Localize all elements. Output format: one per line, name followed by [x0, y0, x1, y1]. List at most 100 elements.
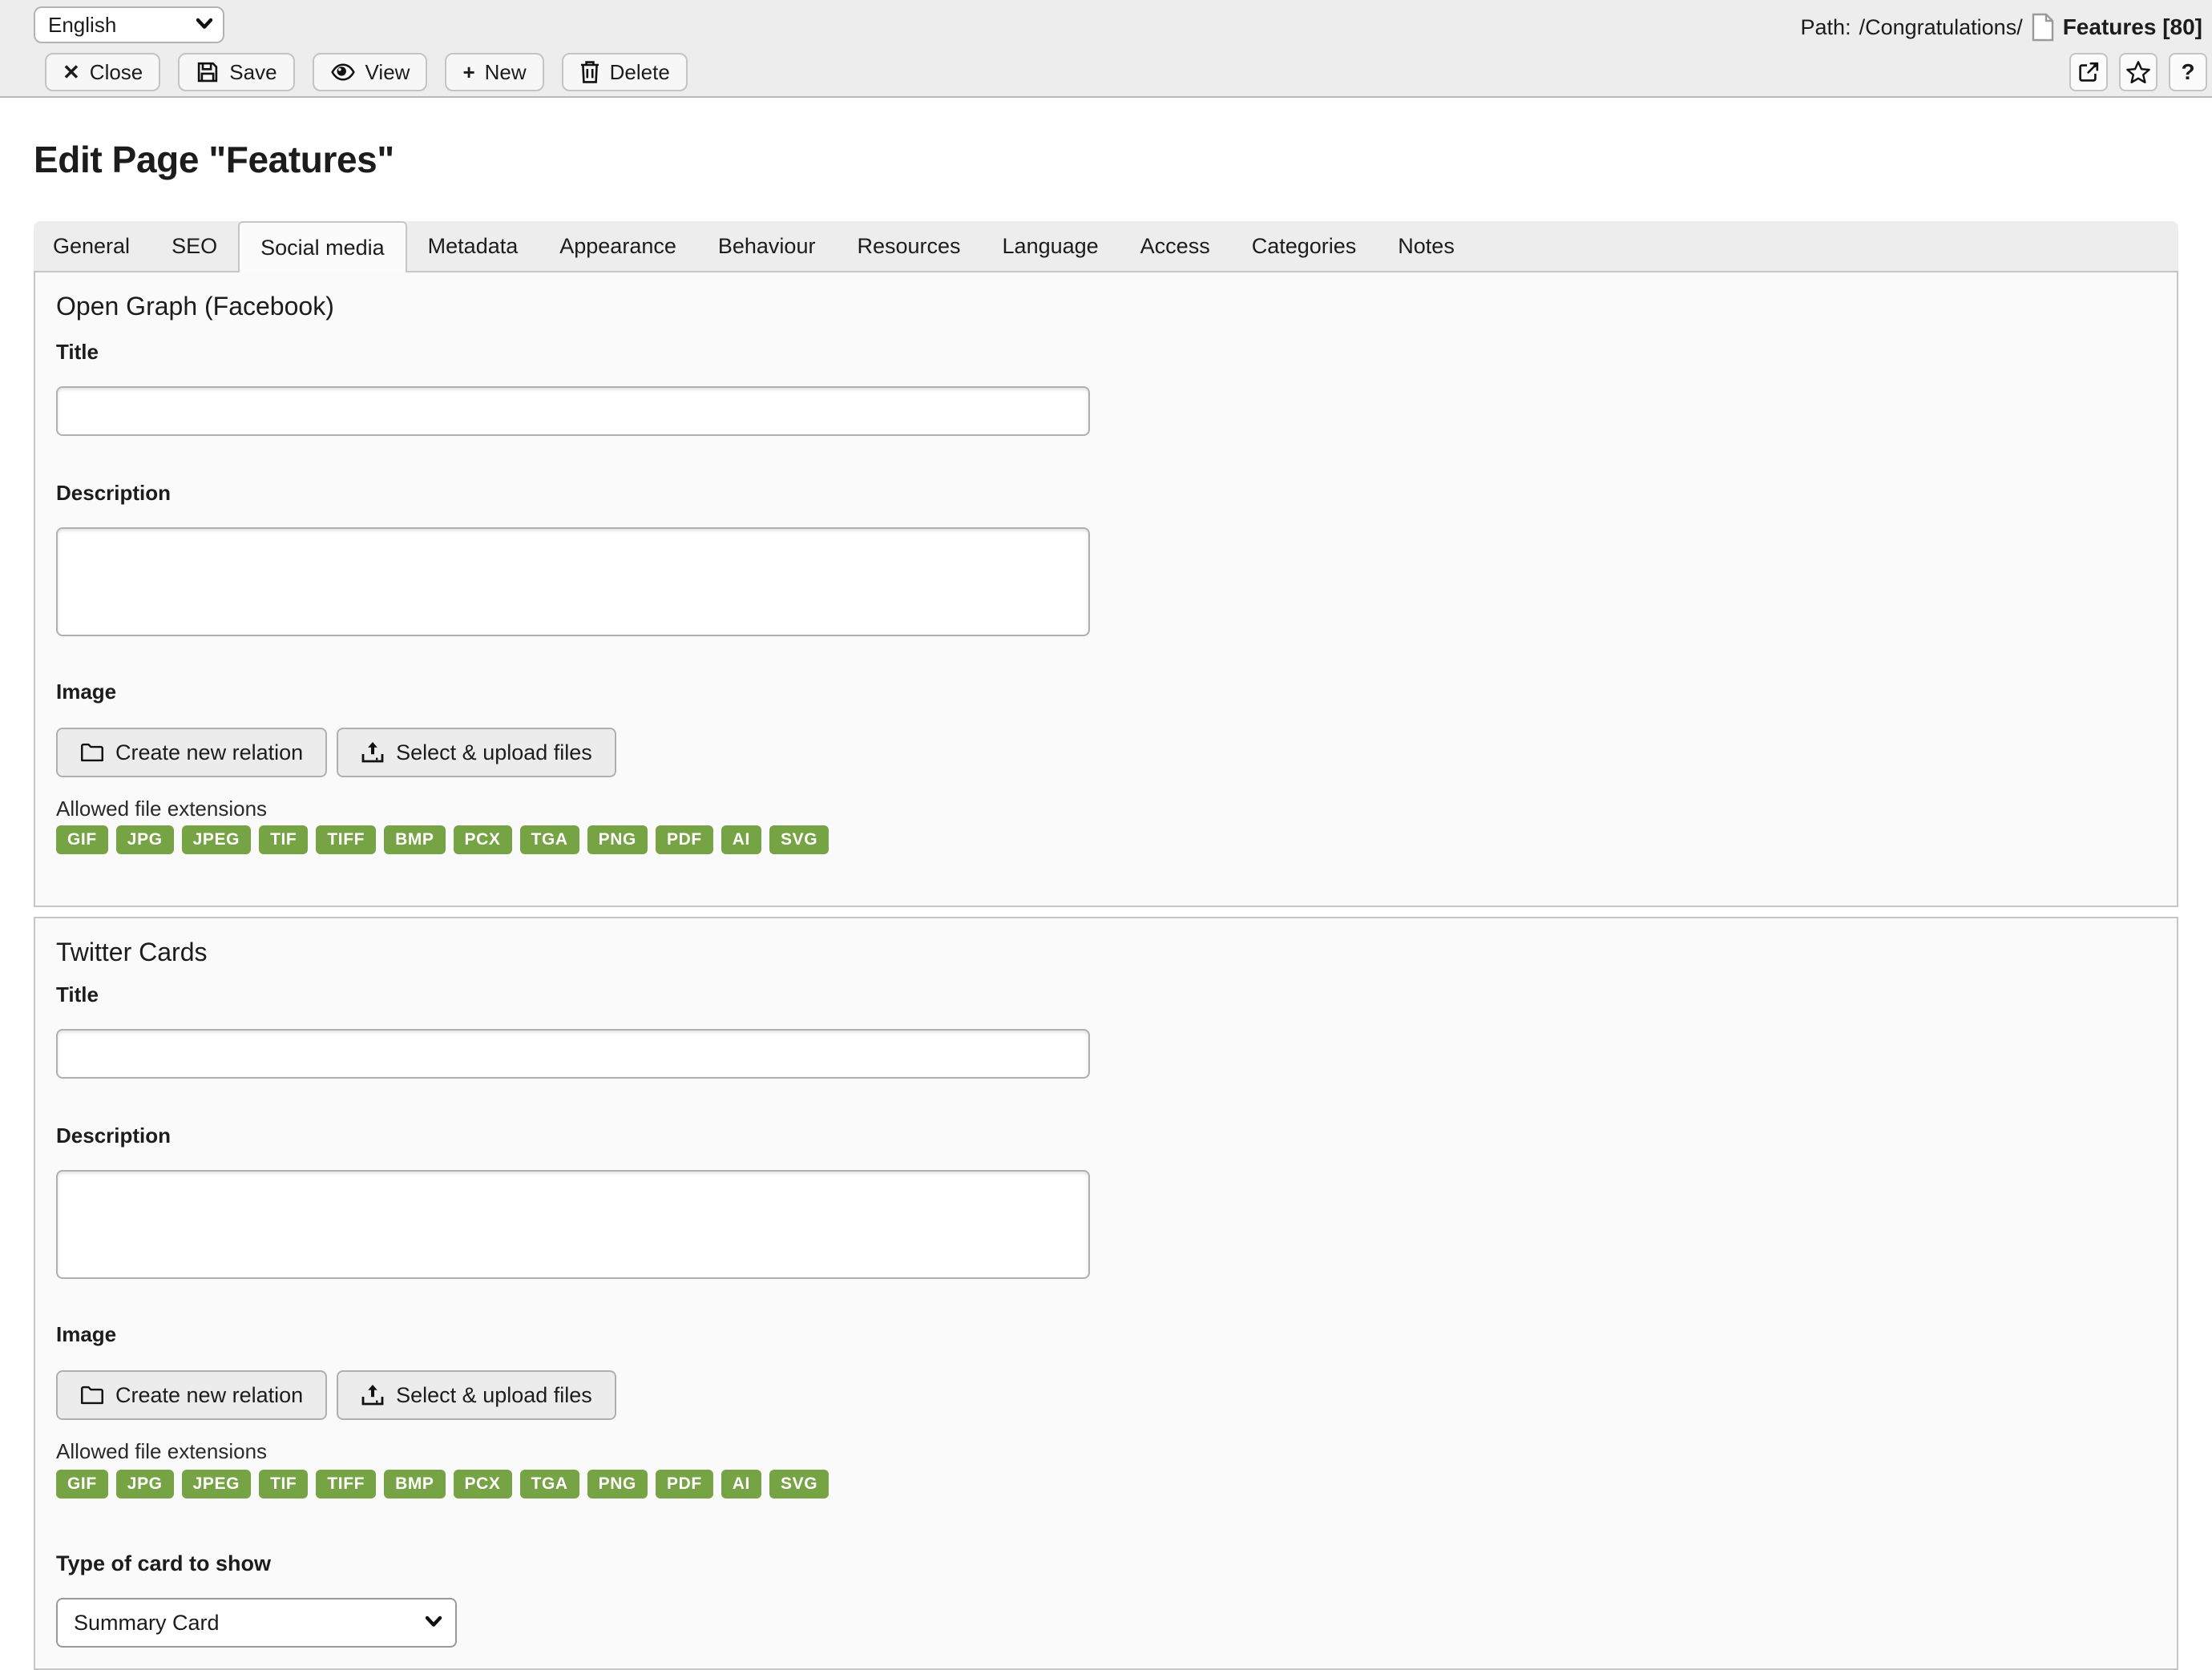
folder-icon — [80, 742, 104, 763]
trash-icon — [579, 60, 600, 84]
create-relation-label: Create new relation — [115, 740, 303, 765]
tw-image-label: Image — [56, 1322, 116, 1347]
star-icon — [2125, 60, 2151, 84]
delete-button[interactable]: Delete — [562, 53, 688, 91]
extension-badge: PNG — [587, 1470, 648, 1499]
close-button-label: Close — [90, 60, 143, 85]
create-relation-button[interactable]: Create new relation — [56, 1370, 327, 1420]
tw-allowed-extensions-label: Allowed file extensions — [56, 1439, 267, 1464]
og-description-label: Description — [56, 481, 171, 506]
extension-badge: BMP — [384, 825, 445, 854]
extension-badge: BMP — [384, 1470, 445, 1499]
og-allowed-extensions-label: Allowed file extensions — [56, 797, 267, 821]
path-prefix: Path: — [1801, 15, 1851, 40]
twitter-heading: Twitter Cards — [56, 938, 207, 967]
open-graph-heading: Open Graph (Facebook) — [56, 292, 334, 321]
tab-language[interactable]: Language — [982, 221, 1120, 271]
extension-badge: PDF — [656, 1470, 713, 1499]
extension-badge: JPEG — [182, 825, 251, 854]
toolbar: ✕ Close Save View — [45, 53, 688, 91]
quick-actions: ? — [2069, 53, 2207, 91]
save-button-label: Save — [229, 60, 276, 85]
tab-access[interactable]: Access — [1120, 221, 1231, 271]
extension-badge: JPEG — [182, 1470, 251, 1499]
new-button-label: New — [485, 60, 527, 85]
extension-badge: TIFF — [316, 1470, 376, 1499]
extension-badge: AI — [721, 1470, 761, 1499]
delete-button-label: Delete — [610, 60, 670, 85]
og-image-buttons: Create new relation Select & upload file… — [56, 728, 616, 777]
path-value: /Congratulations/ — [1859, 15, 2023, 40]
view-button-label: View — [365, 60, 410, 85]
extension-badge: SVG — [769, 825, 829, 854]
help-icon: ? — [2181, 59, 2194, 85]
tab-bar: General SEO Social media Metadata Appear… — [34, 221, 2178, 272]
breadcrumb: Path: /Congratulations/ Features [80] — [1801, 13, 2202, 42]
og-image-label: Image — [56, 680, 116, 704]
tab-resources[interactable]: Resources — [836, 221, 981, 271]
tab-appearance[interactable]: Appearance — [539, 221, 697, 271]
open-in-new-icon — [2077, 61, 2100, 83]
tw-description-textarea[interactable] — [56, 1170, 1090, 1279]
save-icon — [196, 60, 220, 84]
extension-badge: TGA — [520, 1470, 579, 1499]
tab-notes[interactable]: Notes — [1377, 221, 1475, 271]
plus-icon: + — [462, 62, 474, 83]
language-select[interactable]: English — [34, 6, 224, 43]
upload-files-label: Select & upload files — [396, 740, 592, 765]
upload-files-button[interactable]: Select & upload files — [337, 728, 616, 777]
tab-seo[interactable]: SEO — [151, 221, 238, 271]
tab-behaviour[interactable]: Behaviour — [697, 221, 837, 271]
admin-header: English ✕ Close Save — [0, 0, 2212, 98]
tw-description-label: Description — [56, 1123, 171, 1148]
close-icon: ✕ — [63, 62, 80, 83]
close-button[interactable]: ✕ Close — [45, 53, 160, 91]
upload-icon — [361, 740, 385, 764]
favorite-button[interactable] — [2119, 53, 2158, 91]
og-title-label: Title — [56, 340, 99, 365]
help-button[interactable]: ? — [2169, 53, 2207, 91]
tab-general[interactable]: General — [34, 221, 151, 271]
og-extension-badges: GIFJPGJPEGTIFTIFFBMPPCXTGAPNGPDFAISVG — [56, 825, 829, 854]
card-type-select[interactable]: Summary Card — [56, 1598, 457, 1648]
page-title: Edit Page "Features" — [34, 138, 394, 181]
upload-files-label: Select & upload files — [396, 1383, 592, 1408]
eye-icon — [330, 62, 356, 83]
og-title-input[interactable] — [56, 386, 1090, 436]
extension-badge: TGA — [520, 825, 579, 854]
card-type-select-wrap: Summary Card — [56, 1598, 457, 1648]
extension-badge: GIF — [56, 825, 108, 854]
tw-extension-badges: GIF JPG JPEG TIF TIFF BMP PCX TGA PNG PDF AI SVG — [56, 1470, 829, 1499]
tab-social-media[interactable]: Social media — [238, 221, 407, 272]
create-relation-button[interactable]: Create new relation — [56, 728, 327, 777]
extension-badge: PCX — [454, 825, 512, 854]
create-relation-label: Create new relation — [115, 1383, 303, 1408]
og-description-textarea[interactable] — [56, 527, 1090, 636]
tw-image-buttons: Create new relation Select & upload file… — [56, 1370, 616, 1420]
tab-categories[interactable]: Categories — [1231, 221, 1378, 271]
extension-badge: PCX — [454, 1470, 512, 1499]
upload-icon — [361, 1383, 385, 1407]
page-ref: Features [80] — [2063, 14, 2202, 40]
extension-badge: PNG — [587, 825, 648, 854]
new-button[interactable]: + New — [445, 53, 543, 91]
extension-badge: TIF — [259, 1470, 308, 1499]
card-type-label: Type of card to show — [56, 1551, 271, 1576]
open-in-new-button[interactable] — [2069, 53, 2108, 91]
extension-badge: GIF — [56, 1470, 108, 1499]
extension-badge: AI — [721, 825, 761, 854]
tab-metadata[interactable]: Metadata — [407, 221, 539, 271]
extension-badge: TIFF — [316, 825, 376, 854]
twitter-cards-section: Twitter Cards Title Description Image Cr… — [34, 917, 2178, 1670]
extension-badge: SVG — [769, 1470, 829, 1499]
language-select-wrap: English — [34, 6, 224, 43]
view-button[interactable]: View — [313, 53, 428, 91]
tw-title-label: Title — [56, 982, 99, 1007]
extension-badge: TIF — [259, 825, 308, 854]
extension-badge: JPG — [116, 825, 174, 854]
tw-title-input[interactable] — [56, 1029, 1090, 1079]
upload-files-button[interactable]: Select & upload files — [337, 1370, 616, 1420]
folder-icon — [80, 1385, 104, 1406]
extension-badge: JPG — [116, 1470, 174, 1499]
save-button[interactable]: Save — [178, 53, 294, 91]
